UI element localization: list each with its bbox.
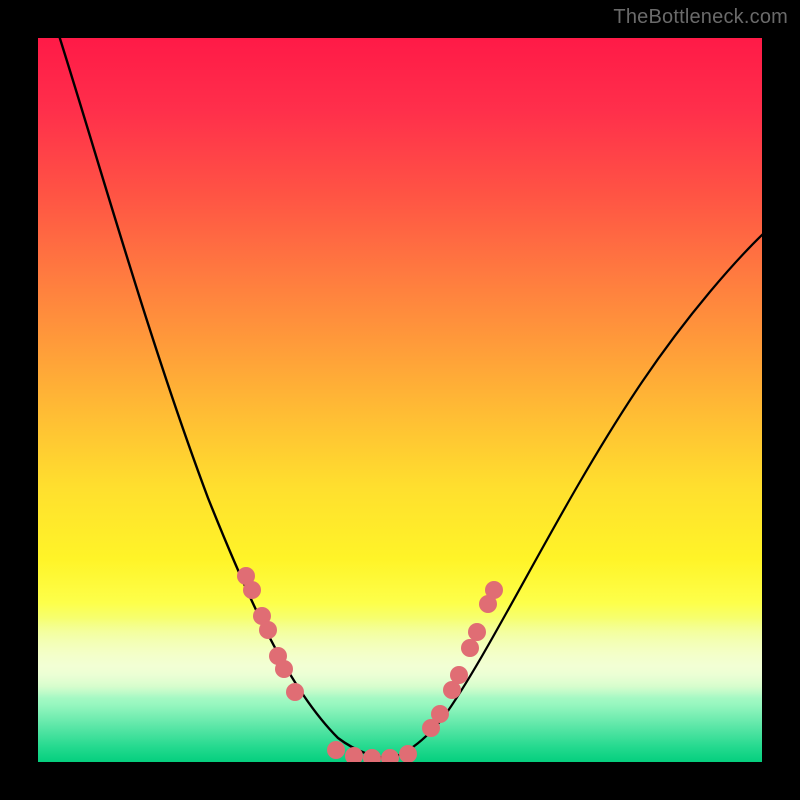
marker-dot — [399, 745, 417, 762]
marker-dot — [327, 741, 345, 759]
marker-dot — [243, 581, 261, 599]
left-curve — [56, 38, 386, 758]
marker-dot — [431, 705, 449, 723]
watermark-text: TheBottleneck.com — [613, 6, 788, 29]
right-curve — [386, 233, 762, 758]
marker-dot — [381, 749, 399, 762]
marker-dot — [363, 749, 381, 762]
marker-dot — [345, 747, 363, 762]
marker-dot — [485, 581, 503, 599]
chart-frame: TheBottleneck.com — [0, 0, 800, 800]
curve-layer — [38, 38, 762, 762]
marker-dot — [275, 660, 293, 678]
marker-dot — [259, 621, 277, 639]
marker-dot — [461, 639, 479, 657]
marker-dot — [450, 666, 468, 684]
marker-dot — [286, 683, 304, 701]
plot-area — [38, 38, 762, 762]
marker-dot — [468, 623, 486, 641]
